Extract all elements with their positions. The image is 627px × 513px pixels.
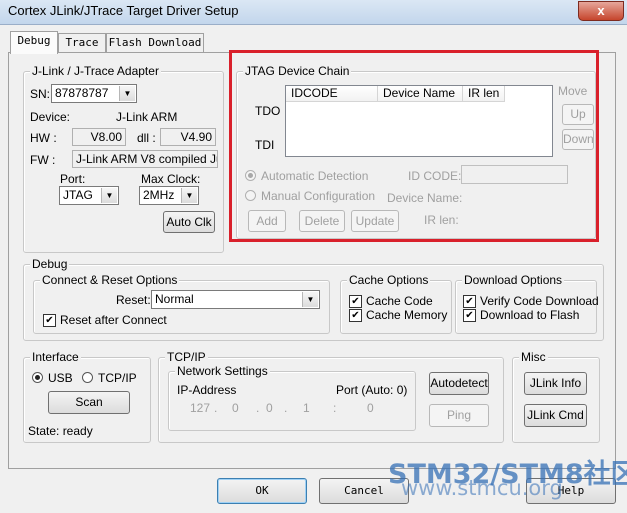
- sn-label: SN:: [30, 87, 51, 101]
- ip-address-label: IP-Address: [177, 383, 237, 397]
- network-settings-group-title: Network Settings: [175, 364, 270, 378]
- tab-label: Trace: [65, 36, 99, 49]
- usb-radio[interactable]: [32, 372, 43, 383]
- port-value: JTAG: [63, 188, 93, 202]
- close-button[interactable]: x: [578, 1, 624, 21]
- dll-label: dll :: [137, 131, 156, 145]
- ip-octet-2[interactable]: 0: [232, 401, 239, 415]
- scan-button[interactable]: Scan: [48, 391, 130, 414]
- adapter-group-title: J-Link / J-Trace Adapter: [30, 64, 161, 78]
- watermark-url: www.stmcu.org: [401, 476, 563, 500]
- interface-state: State: ready: [28, 424, 93, 438]
- hw-value: V8.00: [72, 128, 126, 146]
- title-bar: Cortex JLink/JTrace Target Driver Setup …: [0, 0, 627, 25]
- sn-select[interactable]: 87878787 ▼: [51, 84, 137, 103]
- ip-octet-1[interactable]: 127: [190, 401, 210, 415]
- verify-code-download-checkbox[interactable]: ✔: [463, 295, 476, 308]
- port-label: Port:: [60, 172, 86, 186]
- ping-button[interactable]: Ping: [429, 404, 489, 427]
- reset-after-connect-checkbox[interactable]: ✔: [43, 314, 56, 327]
- debug-group-title: Debug: [30, 257, 70, 271]
- tab-debug[interactable]: Debug: [10, 31, 58, 54]
- ok-button[interactable]: OK: [217, 478, 307, 504]
- verify-code-download-label: Verify Code Download: [480, 294, 599, 308]
- cache-code-label: Cache Code: [366, 294, 433, 308]
- port-auto-label: Port (Auto: 0): [336, 383, 408, 397]
- tab-flash-download[interactable]: Flash Download: [106, 33, 204, 53]
- interface-group-title: Interface: [30, 350, 81, 364]
- fw-label: FW :: [30, 153, 56, 167]
- port-value[interactable]: 0: [367, 401, 374, 415]
- ip-dot: .: [214, 401, 218, 415]
- chevron-down-icon: ▼: [181, 188, 197, 203]
- cache-memory-checkbox[interactable]: ✔: [349, 309, 362, 322]
- reset-select[interactable]: Normal ▼: [151, 290, 320, 309]
- tcpip-label: TCP/IP: [98, 371, 137, 385]
- ip-dot: .: [256, 401, 260, 415]
- download-to-flash-label: Download to Flash: [480, 308, 580, 322]
- tab-label: Debug: [17, 34, 51, 47]
- download-to-flash-checkbox[interactable]: ✔: [463, 309, 476, 322]
- ip-octet-4[interactable]: 1: [303, 401, 310, 415]
- tab-label: Flash Download: [108, 36, 202, 49]
- tcpip-group-title: TCP/IP: [165, 350, 208, 364]
- misc-group: Misc: [512, 350, 600, 443]
- chevron-down-icon: ▼: [302, 292, 318, 307]
- fw-value: J-Link ARM V8 compiled Jul 1: [72, 150, 218, 168]
- cache-code-checkbox[interactable]: ✔: [349, 295, 362, 308]
- port-colon: :: [333, 401, 337, 415]
- usb-label: USB: [48, 371, 73, 385]
- sn-value: 87878787: [55, 86, 109, 100]
- device-value: J-Link ARM: [116, 110, 178, 124]
- max-clock-select[interactable]: 2MHz ▼: [139, 186, 199, 205]
- reset-value: Normal: [155, 292, 194, 306]
- port-select[interactable]: JTAG ▼: [59, 186, 119, 205]
- reset-label: Reset:: [116, 293, 151, 307]
- cache-memory-label: Cache Memory: [366, 308, 448, 322]
- auto-clk-button[interactable]: Auto Clk: [163, 211, 215, 233]
- connect-reset-group-title: Connect & Reset Options: [40, 273, 180, 287]
- max-clock-label: Max Clock:: [141, 172, 201, 186]
- misc-group-title: Misc: [519, 350, 548, 364]
- close-icon: x: [597, 3, 605, 18]
- download-options-group-title: Download Options: [462, 273, 565, 287]
- dll-value: V4.90: [160, 128, 216, 146]
- autodetect-button[interactable]: Autodetect: [429, 372, 489, 395]
- chevron-down-icon: ▼: [101, 188, 117, 203]
- jlink-info-button[interactable]: JLink Info: [524, 372, 587, 395]
- jlink-cmd-button[interactable]: JLink Cmd: [524, 404, 587, 427]
- ip-dot: .: [284, 401, 288, 415]
- window-title: Cortex JLink/JTrace Target Driver Setup: [8, 3, 239, 18]
- cache-options-group-title: Cache Options: [347, 273, 431, 287]
- highlight-frame: [229, 50, 599, 242]
- tab-trace[interactable]: Trace: [58, 33, 106, 53]
- radio-selected-dot: [35, 375, 40, 380]
- device-label: Device:: [30, 110, 71, 124]
- chevron-down-icon: ▼: [119, 86, 135, 101]
- ip-octet-3[interactable]: 0: [266, 401, 273, 415]
- tcpip-radio[interactable]: [82, 372, 93, 383]
- max-clock-value: 2MHz: [143, 188, 175, 202]
- hw-label: HW :: [30, 131, 57, 145]
- reset-after-connect-label: Reset after Connect: [60, 313, 167, 327]
